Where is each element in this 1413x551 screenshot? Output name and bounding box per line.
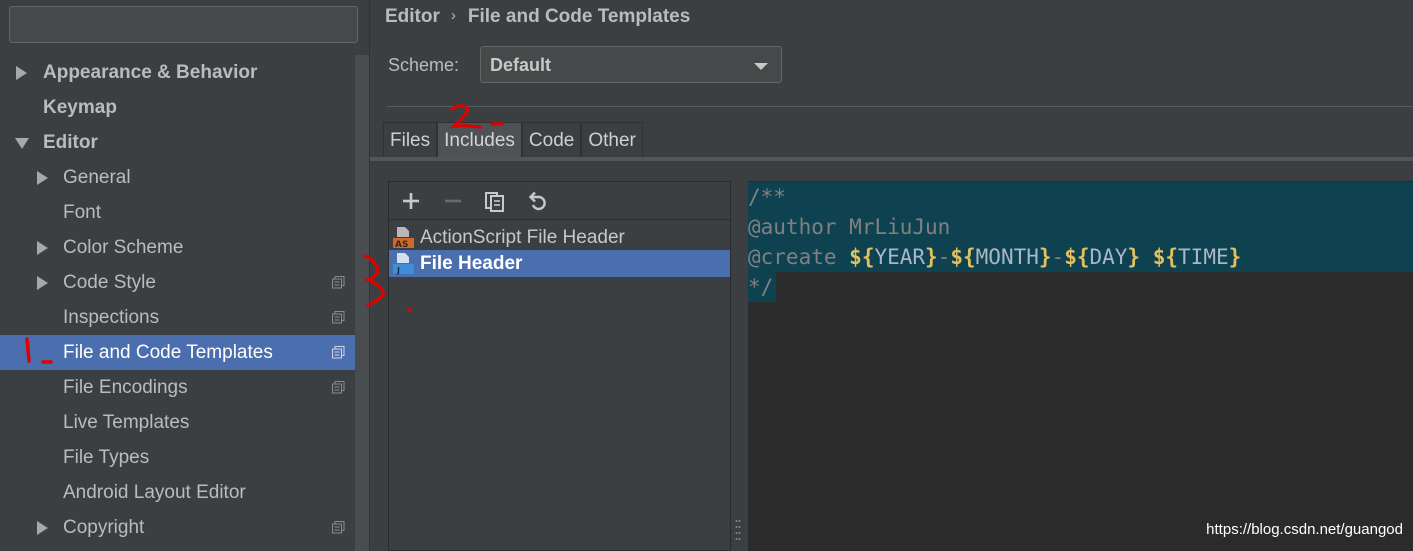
sidebar-item-live-templates[interactable]: Live Templates [0,405,355,440]
sidebar-item-code-style[interactable]: Code Style [0,265,355,300]
code-line-1: /** [748,182,1413,212]
copy-icon[interactable] [483,189,507,213]
sidebar-item-color-scheme[interactable]: Color Scheme [0,230,355,265]
remove-icon[interactable] [441,189,465,213]
chevron-down-icon [754,63,768,70]
project-settings-icon [332,346,345,359]
sidebar-item-label: Appearance & Behavior [43,62,258,83]
divider [387,106,1413,107]
scheme-selected-value: Default [490,55,552,75]
settings-content-panel: Editor › File and Code Templates Scheme: D… [369,0,1413,551]
code-line-2: @author MrLiuJun [748,212,1413,242]
sidebar-item-label: Copyright [63,517,145,538]
sidebar-item-appearance-behavior[interactable]: Appearance & Behavior [0,55,355,90]
breadcrumb-separator-icon: › [450,7,456,24]
sidebar-item-label: Keymap [43,97,117,118]
expand-arrow-icon[interactable] [37,276,48,290]
list-item-actionscript-file-header[interactable]: AS ActionScript File Header [389,224,730,251]
settings-tree: Appearance & Behavior Keymap Editor Gene… [0,55,369,545]
sidebar-item-label: Font [63,202,102,223]
project-settings-icon [332,311,345,324]
tab-other[interactable]: Other [581,122,643,158]
sidebar-item-editor[interactable]: Editor [0,125,355,160]
tab-strip-underline [370,157,1413,161]
sidebar-item-file-types[interactable]: File Types [0,440,355,475]
collapse-arrow-icon[interactable] [15,138,29,149]
expand-arrow-icon[interactable] [37,241,48,255]
sidebar-item-label: File Types [63,447,150,468]
settings-search-input[interactable] [9,6,358,43]
annotation-step-1-mark [25,337,53,364]
sidebar-item-label: Code Style [63,272,156,293]
actionscript-file-icon: AS [393,227,414,250]
expand-arrow-icon[interactable] [37,171,48,185]
annotation-step-2-mark [449,104,504,129]
sidebar-item-label: General [63,167,131,188]
project-settings-icon [332,276,345,289]
expand-arrow-icon[interactable] [37,521,48,535]
code-line-4: */ [748,272,776,302]
sidebar-item-file-encodings[interactable]: File Encodings [0,370,355,405]
template-label: ActionScript File Header [420,227,625,248]
sidebar-item-label: Live Templates [63,412,190,433]
sidebar-item-font[interactable]: Font [0,195,355,230]
watermark: https://blog.csdn.net/guangod [1206,521,1403,538]
breadcrumb: Editor › File and Code Templates [385,6,690,32]
sidebar-item-inspections[interactable]: Inspections [0,300,355,335]
project-settings-icon [332,381,345,394]
sidebar-item-label: Android Layout Editor [63,482,246,503]
sidebar-item-keymap[interactable]: Keymap [0,90,355,125]
template-tabs: Files Includes Code Other [383,122,643,158]
template-list-panel: AS ActionScript File Header J File Heade… [388,181,731,551]
annotation-step-3-mark [362,254,411,312]
template-code-editor[interactable]: /** @author MrLiuJun @create ${YEAR}-${M… [748,181,1413,551]
add-icon[interactable] [399,189,423,213]
tab-files[interactable]: Files [383,122,438,158]
scheme-label: Scheme: [388,55,460,75]
reset-icon[interactable] [525,189,549,213]
sidebar-item-general[interactable]: General [0,160,355,195]
breadcrumb-parent[interactable]: Editor [385,6,440,27]
sidebar-item-android-layout-editor[interactable]: Android Layout Editor [0,475,355,510]
splitter-handle[interactable] [735,518,741,542]
template-toolbar [389,182,730,220]
expand-arrow-icon[interactable] [16,66,27,80]
template-label: File Header [420,253,523,274]
sidebar-item-label: File Encodings [63,377,188,398]
tab-code[interactable]: Code [521,122,582,158]
breadcrumb-current: File and Code Templates [467,6,691,27]
list-item-file-header[interactable]: J File Header [389,250,730,277]
sidebar-item-label: Inspections [63,307,160,328]
svg-text:AS: AS [395,240,408,250]
project-settings-icon [332,521,345,534]
sidebar-item-copyright[interactable]: Copyright [0,510,355,545]
settings-sidebar: Appearance & Behavior Keymap Editor Gene… [0,0,369,551]
sidebar-item-label: Editor [43,132,98,153]
scheme-dropdown[interactable]: Default [480,46,782,83]
sidebar-item-label: Color Scheme [63,237,184,258]
code-line-3: @create ${YEAR}-${MONTH}-${DAY} ${TIME} [748,242,1413,272]
sidebar-item-label: File and Code Templates [63,342,273,363]
